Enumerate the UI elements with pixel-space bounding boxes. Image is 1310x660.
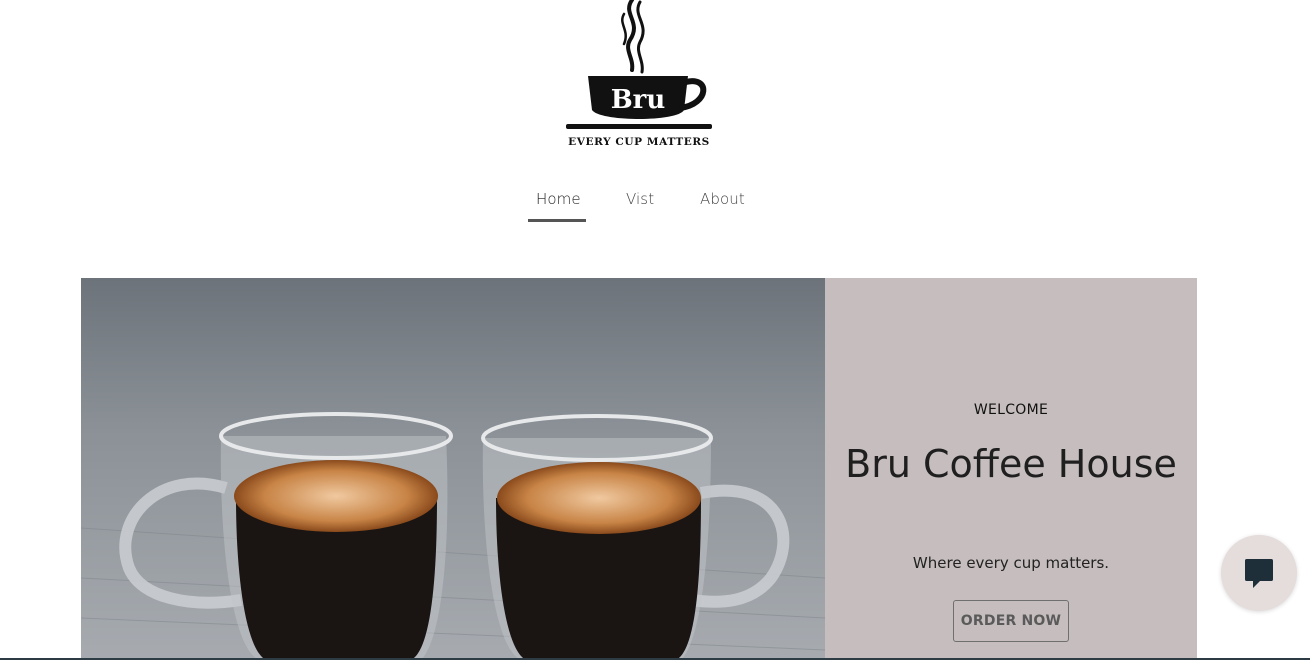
nav-active-indicator (528, 219, 586, 222)
nav-item-home[interactable]: Home (536, 190, 581, 208)
brand-logo[interactable]: Bru EVERY CUP MATTERS (560, 0, 718, 150)
welcome-eyebrow: WELCOME (973, 402, 1049, 418)
order-now-button[interactable]: ORDER NOW (953, 600, 1069, 642)
main-nav: Home Vist About (0, 180, 1310, 224)
chat-button[interactable] (1221, 535, 1297, 611)
hero-image (81, 278, 825, 660)
nav-item-vist[interactable]: Vist (626, 190, 654, 208)
hero-title: Bru Coffee House (845, 442, 1177, 486)
logo-slogan-text: EVERY CUP MATTERS (568, 136, 710, 148)
hero-subtitle: Where every cup matters. (912, 554, 1110, 572)
nav-item-about[interactable]: About (700, 190, 745, 208)
welcome-panel: WELCOME Bru Coffee House Where every cup… (825, 278, 1197, 660)
logo-brand-text: Bru (611, 85, 666, 115)
hero-section: WELCOME Bru Coffee House Where every cup… (81, 278, 1197, 660)
